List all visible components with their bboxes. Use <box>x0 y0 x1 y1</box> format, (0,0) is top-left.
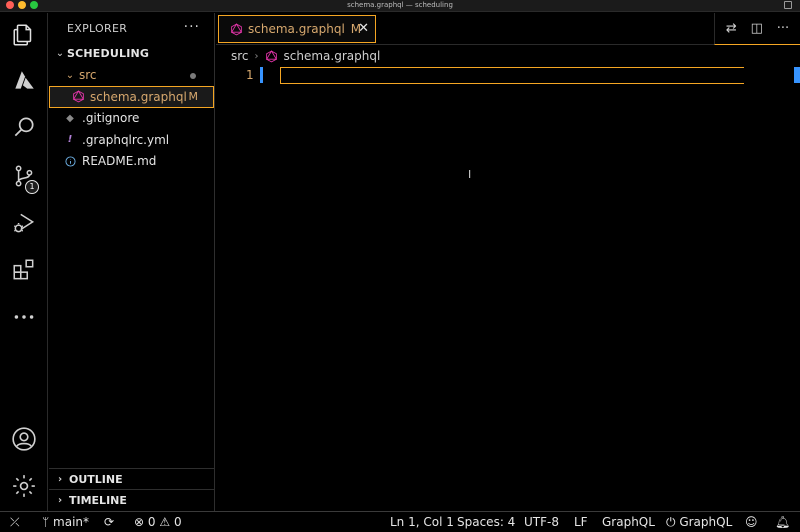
more-actions-icon[interactable]: ··· <box>777 21 789 36</box>
error-icon: ⊗ <box>134 515 145 529</box>
tab-schema-graphql[interactable]: schema.graphql M ✕ <box>218 15 376 43</box>
breadcrumb-folder[interactable]: src <box>231 49 249 63</box>
cursor-position[interactable]: Ln 1, Col 1 <box>390 515 454 529</box>
end-of-line[interactable]: LF <box>574 515 588 529</box>
layout-icon[interactable] <box>784 1 792 9</box>
explorer-title: EXPLORER <box>67 21 128 35</box>
timeline-section[interactable]: › TIMELINE <box>49 489 215 510</box>
file-readme-label: README.md <box>82 154 157 169</box>
feedback-icon[interactable]: ☺ <box>745 515 758 529</box>
chevron-down-icon: ⌄ <box>55 48 65 60</box>
graphql-server-label: GraphQL <box>679 515 733 529</box>
split-editor-icon[interactable]: ◫ <box>751 21 763 36</box>
activity-extensions[interactable] <box>0 252 48 288</box>
activity-manage[interactable] <box>0 468 48 504</box>
graphql-icon <box>71 90 85 104</box>
editor-tabs: schema.graphql M ✕ ⇄ ◫ ··· <box>216 13 800 45</box>
activity-more[interactable] <box>0 299 48 335</box>
folder-src[interactable]: ⌄ src <box>49 65 214 87</box>
source-control-badge: 1 <box>25 180 39 194</box>
gear-icon <box>13 475 35 497</box>
close-tab-button[interactable]: ✕ <box>358 21 369 36</box>
editor-area: schema.graphql M ✕ ⇄ ◫ ··· src › schema.… <box>216 13 800 511</box>
branch-name: main* <box>53 515 90 529</box>
graphql-icon <box>265 49 279 63</box>
account-icon <box>12 427 36 451</box>
window-title: schema.graphql — scheduling <box>347 1 453 9</box>
explorer-header: EXPLORER ··· <box>49 13 214 43</box>
timeline-label: TIMELINE <box>69 493 127 507</box>
graphql-server-status[interactable]: ⏻ GraphQL <box>666 515 732 530</box>
breadcrumb-file[interactable]: schema.graphql <box>284 49 381 63</box>
editor-actions: ⇄ ◫ ··· <box>714 13 800 45</box>
notifications-bell-icon[interactable]: 🔔︎ <box>775 515 790 529</box>
warning-icon: ⚠ <box>159 515 171 529</box>
file-schema-graphql[interactable]: schema.graphql M <box>49 86 214 108</box>
workspace-root-label: SCHEDULING <box>67 47 150 61</box>
line-number: 1 <box>246 68 254 82</box>
breadcrumb: src › schema.graphql <box>216 45 800 67</box>
scrollbar-marker[interactable] <box>794 67 800 83</box>
file-gitignore-label: .gitignore <box>82 111 140 126</box>
run-debug-icon <box>14 213 35 233</box>
outline-section[interactable]: › OUTLINE <box>49 468 215 489</box>
ellipsis-icon <box>14 315 34 319</box>
chevron-right-icon: › <box>57 473 63 485</box>
azure-icon <box>15 71 34 89</box>
remote-icon[interactable]: ⤫ <box>10 515 20 530</box>
files-icon <box>13 24 32 46</box>
file-gitignore[interactable]: ◆ .gitignore <box>49 108 214 130</box>
error-count: 0 <box>147 515 156 529</box>
open-changes-icon[interactable]: ⇄ <box>726 21 737 36</box>
title-bar: schema.graphql — scheduling <box>0 0 800 12</box>
search-icon <box>14 117 34 137</box>
modified-dot-icon <box>190 72 196 79</box>
current-line-highlight[interactable] <box>280 67 744 84</box>
activity-bar: 1 <box>0 13 48 511</box>
activity-explorer[interactable] <box>0 17 48 53</box>
yaml-icon: ! <box>67 134 73 146</box>
language-mode[interactable]: GraphQL <box>602 515 655 529</box>
chevron-right-icon: › <box>57 494 63 506</box>
modified-status: M <box>188 90 199 104</box>
explorer-more-button[interactable]: ··· <box>184 19 200 35</box>
workspace-root[interactable]: ⌄ SCHEDULING <box>49 43 214 65</box>
encoding[interactable]: UTF-8 <box>524 515 559 529</box>
text-cursor-icon: I <box>468 168 472 181</box>
file-graphqlrc-yml[interactable]: ! .graphqlrc.yml <box>49 129 214 151</box>
file-graphqlrc-yml-label: .graphqlrc.yml <box>82 132 170 147</box>
chevron-right-icon: › <box>254 50 259 62</box>
indentation[interactable]: Spaces: 4 <box>457 515 515 529</box>
activity-source-control[interactable]: 1 <box>0 158 48 194</box>
activity-search[interactable] <box>0 109 48 145</box>
warning-count: 0 <box>173 515 182 529</box>
git-icon: ◆ <box>66 112 74 124</box>
cursor-marker <box>260 67 263 83</box>
tab-label: schema.graphql <box>248 22 345 36</box>
activity-accounts[interactable] <box>0 421 48 457</box>
info-icon <box>63 154 77 168</box>
graphql-icon <box>229 22 243 36</box>
extensions-icon <box>13 259 34 280</box>
activity-run-debug[interactable] <box>0 205 48 241</box>
problems-indicator[interactable]: ⊗ 0 ⚠ 0 <box>134 515 182 529</box>
branch-indicator[interactable]: ᛘ main* <box>42 515 89 529</box>
branch-icon: ᛘ <box>42 515 50 529</box>
sync-icon[interactable]: ⟳ <box>104 515 114 529</box>
file-schema-graphql-label: schema.graphql <box>90 89 187 104</box>
folder-src-label: src <box>79 68 97 83</box>
status-bar: ⤫ ᛘ main* ⟳ ⊗ 0 ⚠ 0 Ln 1, Col 1 Spaces: … <box>0 511 800 532</box>
chevron-down-icon: ⌄ <box>65 69 75 81</box>
outline-label: OUTLINE <box>69 472 123 486</box>
file-readme[interactable]: README.md <box>49 151 214 173</box>
plug-icon: ⏻ <box>666 515 676 529</box>
activity-azure[interactable] <box>0 63 48 99</box>
explorer-sidebar: EXPLORER ··· ⌄ SCHEDULING ⌄ src schema.g… <box>49 13 215 511</box>
